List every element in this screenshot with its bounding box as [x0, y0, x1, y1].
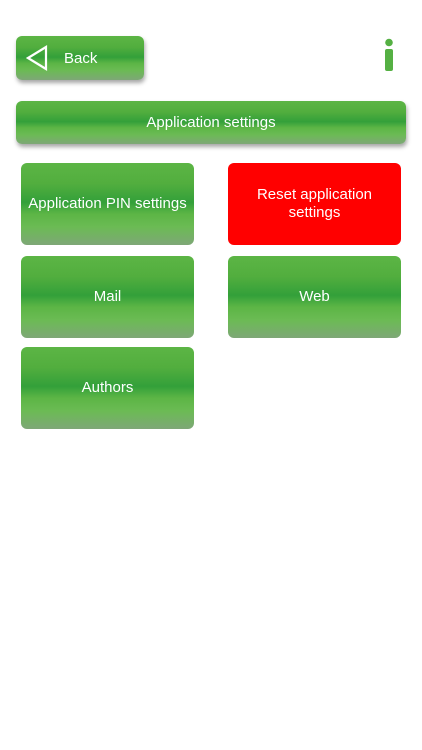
back-button[interactable]: Back	[16, 36, 144, 80]
authors-button[interactable]: Authors	[21, 347, 194, 429]
application-pin-settings-button[interactable]: Application PIN settings	[21, 163, 194, 245]
application-settings-header: Application settings	[16, 101, 406, 144]
back-arrow-icon	[26, 45, 48, 71]
reset-application-settings-button[interactable]: Reset application settings	[228, 163, 401, 245]
tile-label: Application PIN settings	[28, 195, 187, 212]
tile-label: Web	[299, 288, 330, 305]
tile-label: Authors	[81, 379, 134, 396]
tile-label: Reset application settings	[256, 186, 373, 221]
tile-label: Mail	[93, 288, 122, 305]
web-button[interactable]: Web	[228, 256, 401, 338]
header-title: Application settings	[146, 114, 276, 131]
info-icon[interactable]	[382, 38, 396, 72]
mail-button[interactable]: Mail	[21, 256, 194, 338]
back-button-label: Back	[64, 49, 98, 67]
